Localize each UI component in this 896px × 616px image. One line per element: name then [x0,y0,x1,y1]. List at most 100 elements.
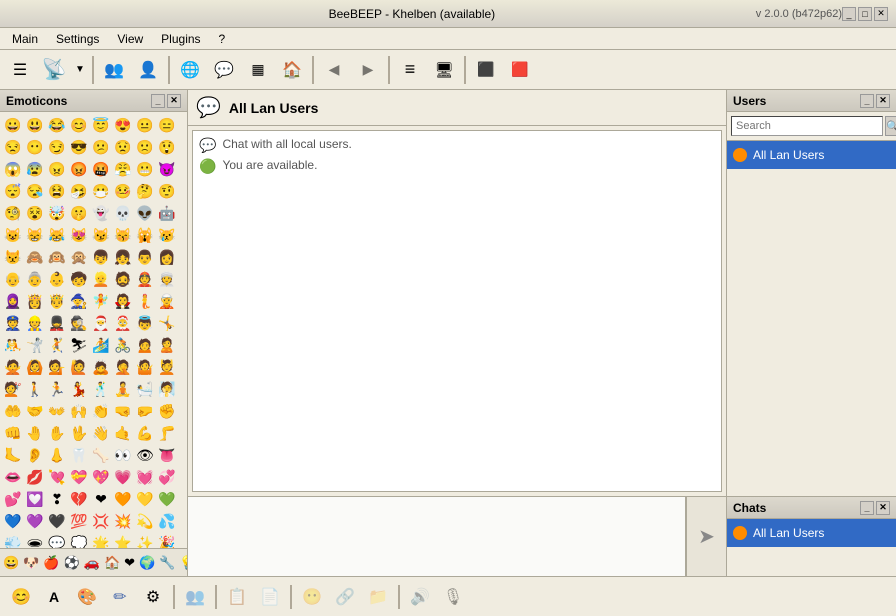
emoji-cell[interactable]: 🤷 [134,356,156,378]
emoji-cell[interactable]: 🤯 [46,202,68,224]
emoji-cell[interactable]: 🏄 [90,334,112,356]
send-button[interactable]: ➤ [686,497,726,576]
emoji-cell[interactable]: 😀 [2,114,24,136]
chats-close-btn[interactable]: ✕ [876,501,890,515]
emoji-cell[interactable]: 💙 [2,510,24,532]
emoji-cell[interactable]: 🙅 [2,356,24,378]
emoji-cell[interactable]: 😃 [24,114,46,136]
emoji-cell[interactable]: 🤝 [24,400,46,422]
emoji-cell[interactable]: 🤲 [2,400,24,422]
emoji-cell[interactable]: 😫 [46,180,68,202]
emoji-cell[interactable]: 👴 [2,268,24,290]
emoji-cell[interactable]: 👁 [134,444,156,466]
emoji-cell[interactable]: 👄 [2,466,24,488]
emoji-cell[interactable]: ❣ [46,488,68,510]
settings-bottom-btn[interactable]: ⚙ [138,582,168,612]
emoji-cell[interactable]: 🏃 [46,378,68,400]
emoji-cell[interactable]: 💟 [24,488,46,510]
emoji-cell[interactable]: ✨ [134,532,156,548]
emoji-cell[interactable]: 😷 [90,180,112,202]
emoji-cell[interactable]: 👋 [90,422,112,444]
emoji-cell[interactable]: 😍 [112,114,134,136]
emoji-cell[interactable]: 🦴 [90,444,112,466]
emoji-cell[interactable]: ⭐ [112,532,134,548]
emoji-tab-button[interactable]: ❤ [123,552,136,574]
emoji-cell[interactable]: 👅 [156,444,178,466]
emoji-cell[interactable]: 💬 [46,532,68,548]
emoji-cell[interactable]: 👧 [112,246,134,268]
emoji-cell[interactable]: 🤒 [112,180,134,202]
emoji-cell[interactable]: 🤔 [134,180,156,202]
group-users-btn[interactable]: 👥 [180,582,210,612]
emoji-cell[interactable]: 👏 [90,400,112,422]
emoji-cell[interactable]: 🤨 [156,180,178,202]
emoji-cell[interactable]: 😪 [24,180,46,202]
emoji-cell[interactable]: 🙁 [134,136,156,158]
emoji-cell[interactable]: 😇 [90,114,112,136]
emoji-cell[interactable]: 🧜 [134,290,156,312]
emoji-cell[interactable]: 💖 [90,466,112,488]
back-btn[interactable]: ◀ [318,54,350,86]
emoji-cell[interactable]: 👂 [24,444,46,466]
emoji-cell[interactable]: 👽 [134,202,156,224]
color-btn[interactable]: 🎨 [72,582,102,612]
emoji-cell[interactable]: 😺 [2,224,24,246]
emoji-cell[interactable]: 😸 [24,224,46,246]
emoji-tab-button[interactable]: 🔧 [158,552,176,574]
emoji-cell[interactable]: 🧖 [156,378,178,400]
emoji-cell[interactable]: 💀 [112,202,134,224]
emoji-cell[interactable]: 🕳 [24,532,46,548]
emoji-cell[interactable]: 🤬 [90,158,112,180]
emoji-cell[interactable]: 🙆 [24,356,46,378]
copy-btn[interactable]: 📄 [255,582,285,612]
emoji-cell[interactable]: 🖖 [68,422,90,444]
emoji-cell[interactable]: 😿 [156,224,178,246]
emoji-cell[interactable]: ❤ [90,488,112,510]
voice-btn[interactable]: 🔊 [405,582,435,612]
emoji-cell[interactable]: 🤶 [112,312,134,334]
chat-list-item[interactable]: All Lan Users [727,519,896,547]
emoji-cell[interactable]: 😈 [156,158,178,180]
emoji-cell[interactable]: 🤸 [156,312,178,334]
emoji-cell[interactable]: 😲 [156,136,178,158]
grid-btn[interactable]: ▦ [242,54,274,86]
emoji-cell[interactable]: 💗 [112,466,134,488]
users-btn[interactable]: 👥 [98,54,130,86]
emoji-cell[interactable]: 🤧 [68,180,90,202]
emoji-cell[interactable]: 🧔 [112,268,134,290]
emoji-cell[interactable]: 💂 [46,312,68,334]
emoji-cell[interactable]: 💚 [156,488,178,510]
emoji-cell[interactable]: 🙌 [68,400,90,422]
search-input[interactable] [731,116,883,136]
menu-view[interactable]: View [109,30,151,48]
emoji-cell[interactable]: 💕 [2,488,24,510]
emoji-cell[interactable]: 💓 [134,466,156,488]
emoji-cell[interactable]: 💦 [156,510,178,532]
emoji-cell[interactable]: 🧝 [156,290,178,312]
search-button[interactable]: 🔍 [885,116,896,136]
emoji2-btn[interactable]: 😶 [297,582,327,612]
emoji-cell[interactable]: 😬 [134,158,156,180]
emoji-cell[interactable]: 👵 [24,268,46,290]
emoji-cell[interactable]: 👳 [156,268,178,290]
emoji-cell[interactable]: 🎅 [90,312,112,334]
menu-settings[interactable]: Settings [48,30,107,48]
emoji-cell[interactable]: 🤚 [24,422,46,444]
emoji-cell[interactable]: 🤖 [156,202,178,224]
emoji-cell[interactable]: 😕 [90,136,112,158]
user-list-item[interactable]: All Lan Users [727,141,896,169]
emoji-cell[interactable]: 👩 [156,246,178,268]
emoji-cell[interactable]: 🧛 [112,290,134,312]
emoji-cell[interactable]: 🙋 [68,356,90,378]
emoji-cell[interactable]: 😻 [68,224,90,246]
emoji-cell[interactable]: 🙉 [46,246,68,268]
user-add-btn[interactable]: 👤 [132,54,164,86]
emoji-cell[interactable]: 🤛 [134,400,156,422]
emoji-tab-button[interactable]: 😀 [2,552,20,574]
emoji-cell[interactable]: 🤴 [46,290,68,312]
emoji-cell[interactable]: 🚴 [112,334,134,356]
emoji-cell[interactable]: 💪 [134,422,156,444]
emoji-cell[interactable]: 😂 [46,114,68,136]
menu-help[interactable]: ? [211,30,234,48]
emoji-cell[interactable]: 👻 [90,202,112,224]
